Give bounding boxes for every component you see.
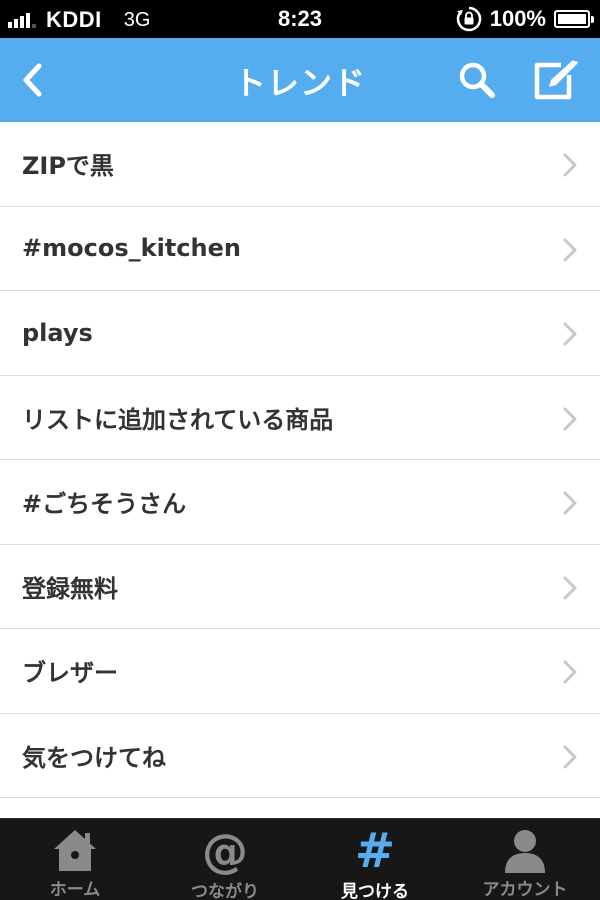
- trend-item[interactable]: 気をつけてね: [0, 713, 600, 798]
- trend-item[interactable]: #mocos_kitchen: [0, 206, 600, 291]
- chevron-right-icon: [563, 745, 577, 768]
- chevron-right-icon: [563, 322, 577, 346]
- tab-label: 見つける: [341, 882, 409, 900]
- battery-percent: 100%: [489, 6, 546, 31]
- chevron-right-icon: [563, 491, 577, 515]
- home-icon: [54, 830, 96, 871]
- page-title: トレンド: [233, 64, 366, 102]
- compose-icon: [534, 60, 578, 100]
- status-bar-right: 100%: [456, 6, 594, 32]
- chevron-right-icon: [563, 407, 577, 430]
- trend-item[interactable]: ZIPで黒: [0, 122, 600, 207]
- search-button[interactable]: [455, 58, 499, 102]
- trend-list: ZIPで黒 #mocos_kitchen plays リストに追加されている商品…: [0, 122, 600, 798]
- navigation-bar: トレンド: [0, 38, 600, 122]
- trend-item[interactable]: #ごちそうさん: [0, 460, 600, 545]
- trend-item[interactable]: 登録無料: [0, 544, 600, 629]
- chevron-right-icon: [563, 576, 577, 599]
- tab-bar: ホーム @ つながり # 見つける アカウント: [0, 818, 600, 900]
- trend-label: 気をつけてね: [22, 743, 166, 772]
- back-button[interactable]: [12, 58, 52, 102]
- tab-label: ホーム: [49, 880, 101, 900]
- tab-home[interactable]: ホーム: [0, 819, 150, 900]
- trend-label: #ごちそうさん: [22, 490, 187, 519]
- hashtag-icon: #: [354, 823, 396, 879]
- search-icon: [459, 62, 495, 98]
- rotation-lock-icon: [456, 6, 481, 32]
- tab-discover[interactable]: # 見つける: [300, 819, 450, 900]
- trend-label: #mocos_kitchen: [22, 234, 241, 263]
- trend-label: plays: [22, 318, 93, 347]
- chevron-left-icon: [23, 63, 42, 97]
- at-icon: @: [202, 824, 248, 878]
- compose-button[interactable]: [530, 56, 580, 102]
- chevron-right-icon: [563, 153, 577, 177]
- trend-label: ZIPで黒: [22, 152, 114, 181]
- chevron-right-icon: [563, 238, 577, 261]
- trend-item[interactable]: ブレザー: [0, 629, 600, 714]
- battery-icon: [554, 10, 594, 28]
- trend-label: ブレザー: [22, 659, 118, 688]
- status-bar: KDDI 3G 8:23 100%: [0, 0, 600, 38]
- tab-connect[interactable]: @ つながり: [150, 819, 300, 900]
- chevron-right-icon: [563, 660, 577, 684]
- trend-item[interactable]: plays: [0, 291, 600, 376]
- tab-account[interactable]: アカウント: [450, 819, 600, 900]
- tab-label: アカウント: [482, 880, 568, 900]
- person-icon: [505, 830, 545, 873]
- trend-label: リストに追加されている商品: [22, 405, 334, 434]
- trend-item[interactable]: リストに追加されている商品: [0, 375, 600, 460]
- tab-label: つながり: [191, 882, 259, 900]
- trend-label: 登録無料: [22, 574, 118, 603]
